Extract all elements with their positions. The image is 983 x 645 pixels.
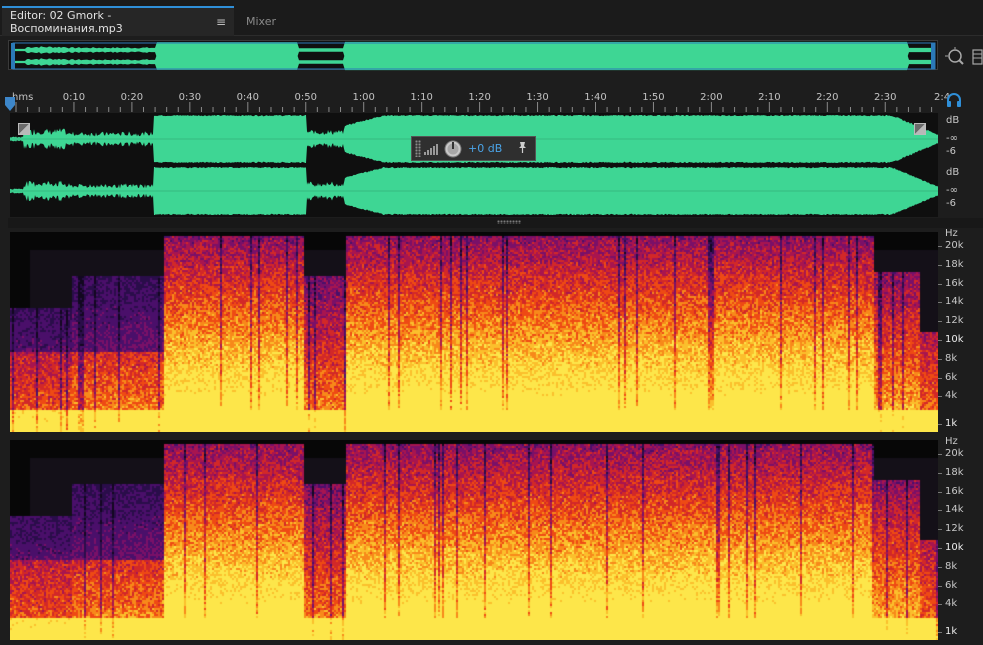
freq-tick xyxy=(938,246,942,247)
ruler-label: 1:10 xyxy=(410,92,433,103)
freq-tick xyxy=(938,586,942,587)
amp-label: -6 xyxy=(946,146,956,157)
amp-label: -∞ xyxy=(946,185,958,196)
freq-label: 1k xyxy=(945,418,958,429)
freq-tick xyxy=(938,454,942,455)
freq-label: 16k xyxy=(945,486,964,497)
amp-label: -6 xyxy=(946,198,956,209)
freq-label: 16k xyxy=(945,278,964,289)
freq-label: 14k xyxy=(945,504,964,515)
amp-label: dB xyxy=(946,115,960,126)
tab-mixer[interactable]: Mixer xyxy=(238,6,304,36)
freq-tick xyxy=(938,548,942,549)
ruler-label: 1:40 xyxy=(584,92,607,103)
ruler-label: 2:00 xyxy=(700,92,723,103)
overview-navigator[interactable] xyxy=(8,40,938,71)
volume-hud[interactable]: +0 dB xyxy=(411,136,536,161)
headphones-icon[interactable] xyxy=(945,91,963,109)
freq-label: 4k xyxy=(945,598,958,609)
ruler-label: 1:00 xyxy=(352,92,375,103)
amp-label: -∞ xyxy=(946,133,958,144)
tab-mixer-label: Mixer xyxy=(246,14,277,28)
ruler-label: 0:40 xyxy=(236,92,260,103)
freq-label: 6k xyxy=(945,372,958,383)
freq-tick xyxy=(938,359,942,360)
fade-in-handle-icon[interactable] xyxy=(18,123,30,135)
zoom-icon[interactable] xyxy=(944,46,966,68)
volume-value[interactable]: +0 dB xyxy=(468,142,502,155)
freq-tick xyxy=(938,302,942,303)
waveform-channels xyxy=(10,115,938,215)
ruler-label: 0:20 xyxy=(120,92,144,103)
frequency-scale-channel-2: Hz 20k 18k 16k 14k 12k 10k 8k 6k 4k 1k xyxy=(938,436,983,641)
ruler-label: 0:50 xyxy=(294,92,317,103)
pin-icon[interactable] xyxy=(517,141,528,156)
freq-label: 1k xyxy=(945,626,958,637)
volume-knob[interactable] xyxy=(444,140,462,158)
time-ruler[interactable]: hms 0:10 0:20 0:30 0:40 0:50 1:00 1:10 1:20 1:30… xyxy=(8,88,950,112)
freq-label: 12k xyxy=(945,523,964,534)
freq-label: 18k xyxy=(945,467,964,478)
freq-tick xyxy=(938,604,942,605)
amp-label: dB xyxy=(946,167,960,178)
frequency-scale-channel-1: Hz 20k 18k 16k 14k 12k 10k 8k 6k 4k 1k xyxy=(938,228,983,433)
freq-tick xyxy=(938,473,942,474)
freq-tick xyxy=(938,529,942,530)
freq-tick xyxy=(938,567,942,568)
divider-grip-icon[interactable] xyxy=(497,220,521,224)
freq-tick xyxy=(938,265,942,266)
view-divider[interactable] xyxy=(8,218,983,228)
freq-label: 8k xyxy=(945,561,958,572)
freq-label: 10k xyxy=(945,334,964,345)
overview-left-handle[interactable] xyxy=(11,43,15,69)
freq-label: 10k xyxy=(945,542,964,553)
freq-tick xyxy=(938,284,942,285)
overview-right-handle[interactable] xyxy=(931,43,935,69)
ruler-label: 0:10 xyxy=(62,92,86,103)
tab-editor-label: Editor: 02 Gmork - Воспоминания.mp3 xyxy=(10,9,123,35)
freq-label: 12k xyxy=(945,315,964,326)
freq-label: 6k xyxy=(945,580,958,591)
spectrogram-canvas xyxy=(10,232,938,432)
level-meter-icon xyxy=(424,143,438,155)
freq-tick xyxy=(938,424,942,425)
freq-label: 20k xyxy=(945,448,964,459)
ruler-label: 2:20 xyxy=(816,92,839,103)
spectrogram-canvas xyxy=(10,440,938,640)
freq-tick xyxy=(938,510,942,511)
panel-toggle-icon[interactable] xyxy=(972,48,983,66)
tab-editor[interactable]: Editor: 02 Gmork - Воспоминания.mp3 ≡ xyxy=(2,6,234,36)
freq-tick xyxy=(938,378,942,379)
freq-label: 20k xyxy=(945,240,964,251)
freq-unit: Hz xyxy=(945,436,958,447)
tab-bar: Editor: 02 Gmork - Воспоминания.mp3 ≡ Mi… xyxy=(0,0,983,36)
ruler-label: 1:30 xyxy=(526,92,549,103)
waveform-display[interactable] xyxy=(10,113,938,217)
spectral-display-channel-2[interactable] xyxy=(10,440,938,640)
ruler-label: 0:30 xyxy=(178,92,202,103)
freq-unit: Hz xyxy=(945,228,958,239)
freq-label: 18k xyxy=(945,259,964,270)
hud-grip-icon[interactable] xyxy=(415,140,421,157)
freq-label: 8k xyxy=(945,353,958,364)
panel-menu-icon[interactable]: ≡ xyxy=(216,15,226,29)
freq-label: 4k xyxy=(945,390,958,401)
amplitude-scale: dB -∞ -6 dB -∞ -6 xyxy=(938,113,983,217)
ruler-label: 2:30 xyxy=(874,92,897,103)
freq-tick xyxy=(938,632,942,633)
ruler-label: 1:20 xyxy=(468,92,491,103)
overview-waveform xyxy=(12,41,936,71)
playhead-marker[interactable] xyxy=(4,96,16,112)
fade-out-handle-icon[interactable] xyxy=(914,123,926,135)
freq-tick xyxy=(938,492,942,493)
freq-tick xyxy=(938,396,942,397)
ruler-label: 1:50 xyxy=(642,92,665,103)
spectral-display-channel-1[interactable] xyxy=(10,232,938,432)
freq-label: 14k xyxy=(945,296,964,307)
freq-tick xyxy=(938,340,942,341)
ruler-label: 2:10 xyxy=(758,92,781,103)
freq-tick xyxy=(938,321,942,322)
